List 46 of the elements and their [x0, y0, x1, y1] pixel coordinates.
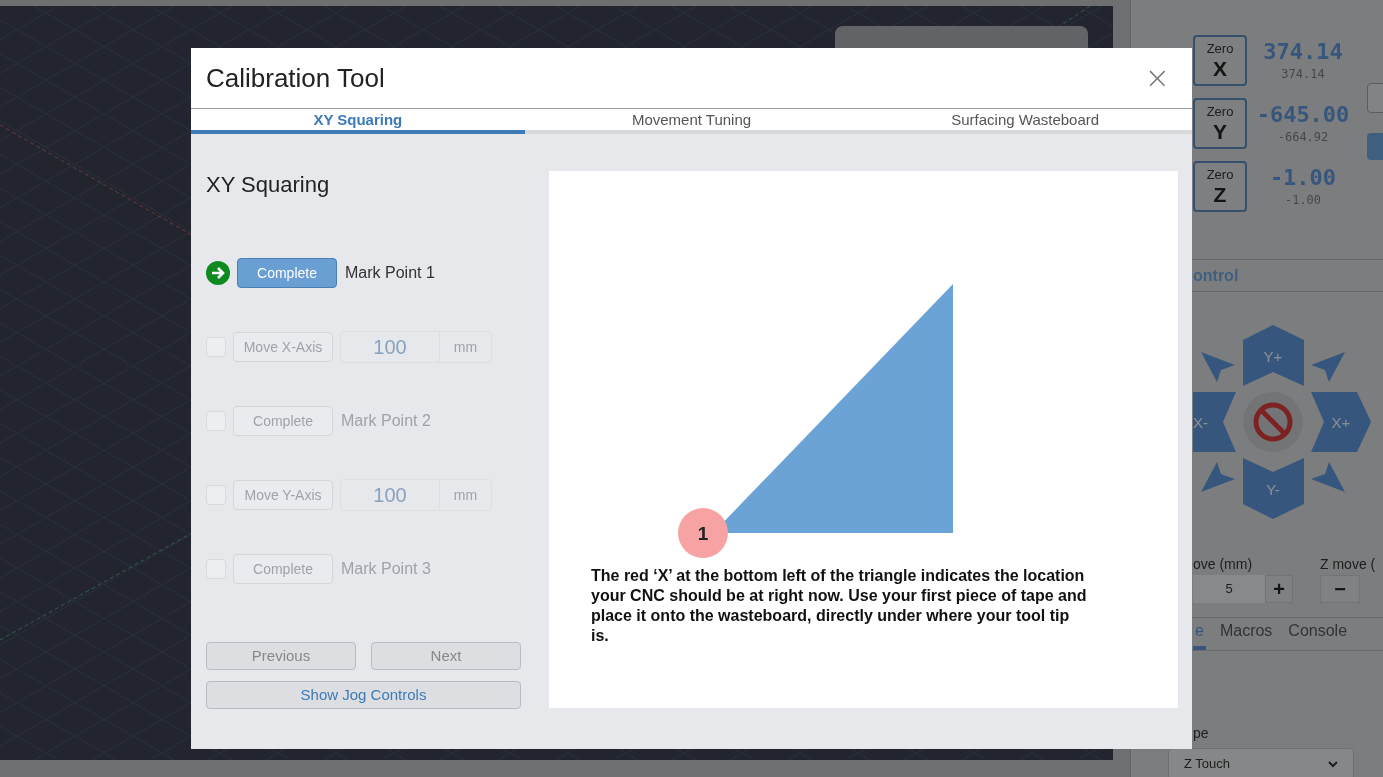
field-label: pe — [1193, 725, 1209, 741]
stop-button[interactable] — [1243, 392, 1303, 452]
jog-x-plus-button[interactable]: X+ — [1311, 392, 1371, 452]
zero-button[interactable]: Zero Z — [1193, 161, 1247, 212]
section-heading: XY Squaring — [206, 171, 331, 199]
diagonal-arrow-icon[interactable] — [1201, 462, 1235, 492]
step-label: Mark Point 3 — [341, 559, 431, 579]
dialog-tab[interactable]: Surfacing Wasteboard — [858, 109, 1192, 134]
jog-y-minus-button[interactable]: Y- — [1243, 458, 1304, 519]
previous-button[interactable]: Previous — [206, 642, 356, 670]
side-button[interactable] — [1367, 133, 1383, 160]
dialog-title: Calibration Tool — [206, 61, 385, 95]
jog-x-minus-button[interactable]: X- — [1193, 392, 1236, 452]
dialog-tab[interactable]: Movement Tuning — [524, 109, 859, 134]
work-position: -645.00 — [1256, 101, 1350, 128]
show-jog-controls-button[interactable]: Show Jog Controls — [206, 681, 521, 709]
step-input[interactable]: 5 — [1193, 575, 1265, 603]
panel-title: ontrol — [1193, 265, 1239, 286]
panel-tab[interactable]: Macros — [1217, 619, 1275, 650]
work-position: -1.00 — [1269, 164, 1337, 191]
zero-button[interactable]: Zero Y — [1193, 98, 1247, 149]
close-button[interactable]: × — [1144, 63, 1170, 93]
work-position: 374.14 — [1263, 38, 1343, 65]
field-label: Z move ( — [1320, 555, 1376, 573]
dialog-tab[interactable]: XY Squaring — [191, 109, 525, 134]
probe-select[interactable]: Z Touch — [1168, 748, 1354, 777]
increase-button[interactable]: + — [1265, 575, 1293, 603]
decrease-button[interactable]: − — [1320, 575, 1360, 603]
diagonal-arrow-icon[interactable] — [1311, 352, 1345, 382]
machine-position: -664.92 — [1277, 128, 1329, 146]
machine-position: -1.00 — [1284, 191, 1322, 209]
machine-position: 374.14 — [1281, 65, 1325, 83]
point-badge: 1 — [678, 508, 728, 558]
step-button[interactable]: Complete — [237, 258, 337, 288]
jog-y-plus-button[interactable]: Y+ — [1243, 325, 1304, 386]
diagonal-arrow-icon[interactable] — [1201, 352, 1235, 382]
step-label: Mark Point 1 — [345, 263, 435, 283]
step-label: Mark Point 2 — [341, 411, 431, 431]
instruction-text: The red ‘X’ at the bottom left of the triangle indicates the location your CNC should be at right now. Use your first piece of tape and place it onto the wasteboard, directly under where your tool tip is. — [591, 566, 1088, 646]
chevron-down-icon — [1328, 760, 1338, 768]
diagonal-arrow-icon[interactable] — [1311, 462, 1345, 492]
panel-tab[interactable]: Console — [1286, 619, 1350, 650]
side-button[interactable] — [1367, 83, 1383, 113]
zero-button[interactable]: Zero X — [1193, 35, 1247, 86]
field-label: ove (mm) — [1193, 555, 1254, 573]
next-button[interactable]: Next — [371, 642, 521, 670]
